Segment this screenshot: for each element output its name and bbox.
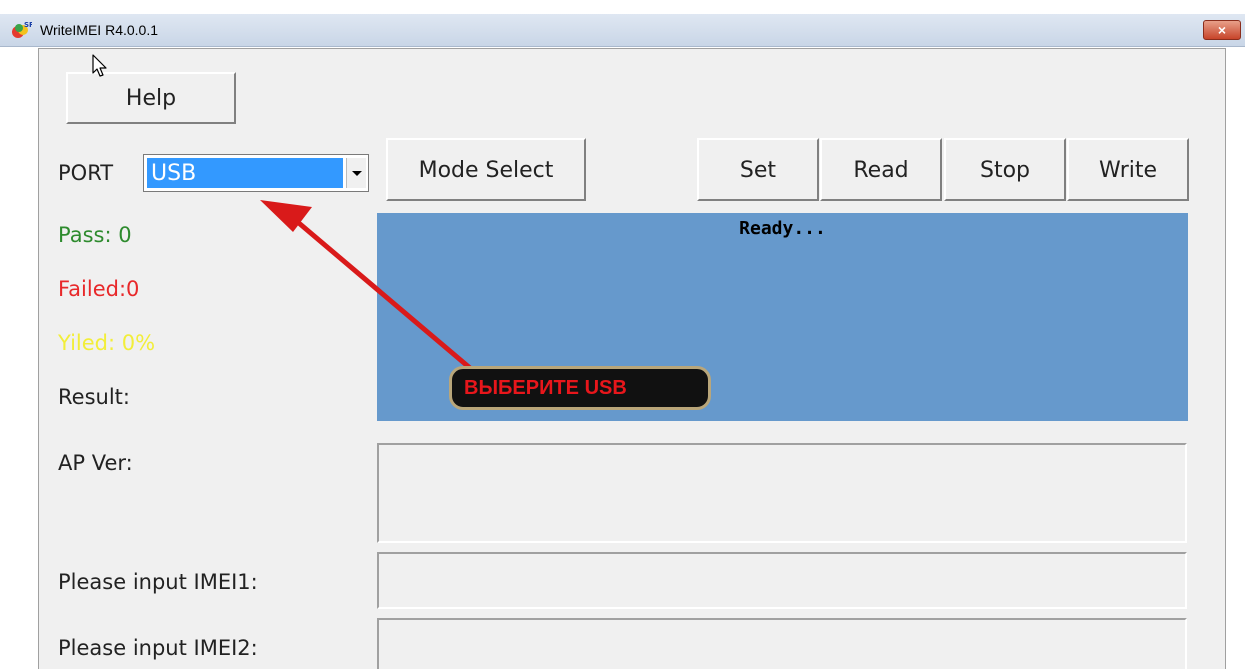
mode-select-button[interactable]: Mode Select	[386, 138, 586, 201]
yield-percent: Yiled: 0%	[58, 331, 156, 355]
read-button-label: Read	[853, 158, 909, 183]
app-window: SP WriteIMEI R4.0.0.1 × Help PORT USB Mo…	[0, 0, 1245, 669]
pass-count: Pass: 0	[58, 223, 132, 247]
chevron-down-icon[interactable]	[346, 158, 366, 188]
imei1-label: Please input IMEI1:	[58, 570, 258, 594]
port-label: PORT	[58, 161, 114, 185]
set-button[interactable]: Set	[697, 138, 819, 201]
result-label: Result:	[58, 385, 130, 409]
set-button-label: Set	[739, 158, 777, 183]
ap-ver-label: AP Ver:	[58, 451, 133, 475]
read-button[interactable]: Read	[820, 138, 942, 201]
stop-button[interactable]: Stop	[944, 138, 1066, 201]
port-select-value: USB	[147, 158, 343, 188]
mode-select-label: Mode Select	[418, 158, 554, 183]
app-logo-icon: SP	[12, 21, 32, 38]
write-button-label: Write	[1098, 158, 1158, 183]
mouse-cursor-icon	[92, 54, 107, 77]
close-button[interactable]: ×	[1203, 20, 1241, 40]
port-select[interactable]: USB	[143, 154, 369, 192]
stop-button-label: Stop	[979, 158, 1030, 183]
failed-count: Failed:0	[58, 277, 140, 301]
annotation-callout: ВЫБЕРИТЕ USB	[449, 366, 711, 410]
status-text: Ready...	[739, 218, 826, 239]
help-button-label: Help	[125, 86, 177, 111]
write-button[interactable]: Write	[1067, 138, 1189, 201]
imei2-input[interactable]	[377, 618, 1187, 669]
svg-text:SP: SP	[24, 21, 32, 29]
imei1-input[interactable]	[377, 552, 1187, 609]
imei2-label: Please input IMEI2:	[58, 636, 258, 660]
window-title: WriteIMEI R4.0.0.1	[40, 22, 159, 38]
ap-ver-field[interactable]	[377, 443, 1187, 543]
help-button[interactable]: Help	[66, 72, 236, 124]
close-icon: ×	[1217, 22, 1227, 38]
title-bar: SP WriteIMEI R4.0.0.1 ×	[0, 14, 1245, 47]
